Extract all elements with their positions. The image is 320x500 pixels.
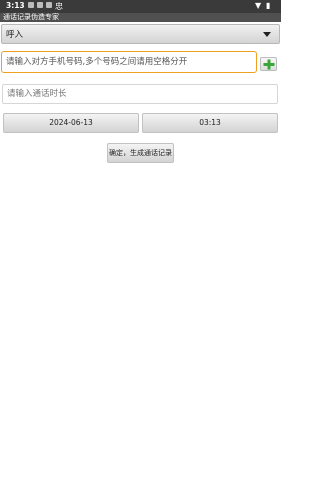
time-picker-button[interactable]: 03:13 [142,113,278,133]
call-duration-input[interactable] [2,84,278,104]
date-picker-button[interactable]: 2024-06-13 [3,113,139,133]
battery-icon: ▮ [266,1,271,10]
call-type-value: 呼入 [6,30,24,40]
app-title: 通话记录伪造专家 [3,13,59,21]
app-icon: 忠 [55,2,63,11]
dropdown-arrow-icon [263,32,271,37]
wifi-icon: ▼ [255,1,262,10]
call-type-dropdown[interactable]: 呼入 [1,24,280,44]
notification-icon [28,2,34,8]
plus-icon [263,59,275,70]
phone-number-input[interactable] [1,51,257,73]
status-time: 3:13 [6,1,25,10]
notification-icon [46,2,52,8]
status-bar: 3:13 忠 ▼ ▮ [0,0,281,13]
generate-call-log-button[interactable]: 确定，生成通话记录 [107,143,174,163]
add-contact-button[interactable] [260,57,277,71]
notification-icon [37,2,43,8]
title-bar: 通话记录伪造专家 [0,13,281,22]
